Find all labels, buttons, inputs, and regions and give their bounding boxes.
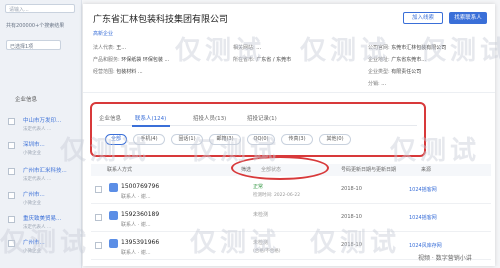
source-link[interactable]: 1024摇客网 [409, 186, 437, 193]
list-item[interactable]: 广州市... 小微企业 [23, 190, 79, 206]
info-scope: 经营范围: 包装材料 ... [93, 69, 143, 75]
info-type: 企业类型: 有限责任公司 [368, 69, 422, 75]
th-updated: 号码更新日期与更新日期 [341, 167, 397, 173]
status-badge: 正常 [253, 184, 264, 190]
company-title: 广东省汇林包装科技集团有限公司 [93, 15, 229, 25]
chip-fax[interactable]: 传真(3) [281, 134, 313, 145]
source-link[interactable]: 1024风库存网 [409, 242, 442, 249]
chip-landline[interactable]: 固话(1) [171, 134, 203, 145]
contact-name: 联系人 · 谢... [121, 250, 151, 256]
chip-other[interactable]: 其他(0) [319, 134, 351, 145]
selected-filter-button[interactable]: 已选择1项 [6, 40, 61, 50]
add-lead-button[interactable]: 加入线索 [403, 12, 443, 24]
company-detail-dialog: 广东省汇林包装科技集团有限公司 高新企业 加入线索 找索联系人 法人代表: 王.… [83, 4, 495, 266]
info-official: 公司官网: 东莞市汇林包装有限公司 [368, 45, 447, 51]
row-checkbox[interactable] [8, 240, 15, 247]
column-header: 企业信息 [15, 97, 38, 103]
active-tab-indicator [132, 125, 170, 127]
list-item[interactable]: 深圳市... 小微企业 [23, 140, 79, 156]
table-row: 1500769796 联系人 · 谢... 正常 检测时间: 2022-06-2… [91, 178, 491, 204]
list-item[interactable]: 广州市... 小微企业 [23, 238, 79, 254]
chip-email[interactable]: 邮箱(3) [209, 134, 241, 145]
update-date: 2018-10 [341, 214, 362, 220]
th-contact: 联系人方式 [107, 167, 133, 173]
section-divider [83, 92, 495, 93]
phone-number: 1500769796 [121, 183, 160, 190]
phone-icon [109, 211, 118, 220]
tab-bid-records[interactable]: 招投记录(1) [247, 114, 277, 122]
row-checkbox[interactable] [95, 242, 102, 249]
list-item[interactable]: 重庆致美贸易... 法定代表人 ... [23, 214, 79, 230]
table-row: 1592360189 联系人 · 谢... 未检测 2018-10 1024摇客… [91, 206, 491, 232]
info-distribution: 分销: ... [368, 81, 387, 87]
status-badge: 未检测 [253, 212, 269, 218]
contact-name: 联系人 · 谢... [121, 194, 151, 200]
tab-bid-personnel[interactable]: 招投人员(13) [193, 114, 226, 122]
status-detail: (合格/不合格) [253, 249, 281, 254]
update-date: 2018-10 [341, 186, 362, 192]
list-item[interactable]: 广州市汇米科技... 法定代表人 ... [23, 166, 79, 182]
phone-icon [109, 239, 118, 248]
wechat-caption: 视频 · 数字营销小讲 [418, 255, 472, 262]
company-tag: 高新企业 [93, 31, 114, 37]
contact-name: 联系人 · 谢... [121, 222, 151, 228]
chip-qq[interactable]: QQ(0) [247, 134, 275, 145]
phone-number: 1592360189 [121, 211, 160, 218]
tab-contacts[interactable]: 联系人(124) [135, 114, 166, 122]
result-count: 共有200000+个搜索结果 [6, 23, 65, 29]
th-source: 来源 [421, 167, 432, 173]
list-item[interactable]: 中山市万发印... 法定代表人 ... [23, 116, 79, 132]
row-checkbox[interactable] [95, 186, 102, 193]
tab-company-info[interactable]: 企业信息 [99, 114, 121, 122]
row-checkbox[interactable] [8, 168, 15, 175]
info-region: 所在省市: 广东省 / 东莞市 [233, 57, 292, 63]
info-address: 企业地址: 广东省东莞市... [368, 57, 427, 63]
info-products: 产品和服务: 环保纸袋 环保包装 ... [93, 57, 170, 63]
row-checkbox[interactable] [95, 214, 102, 221]
row-checkbox[interactable] [8, 142, 15, 149]
row-checkbox[interactable] [8, 192, 15, 199]
phone-icon [109, 183, 118, 192]
highlight-box [90, 102, 426, 157]
find-contacts-button[interactable]: 找索联系人 [449, 12, 487, 24]
status-badge: 未检测 [253, 240, 269, 246]
row-checkbox[interactable] [8, 216, 15, 223]
row-checkbox[interactable] [8, 118, 15, 125]
chip-all[interactable]: 全部 [105, 134, 127, 145]
highlight-ellipse [231, 156, 329, 180]
results-sidebar: 请输入... 共有200000+个搜索结果 已选择1项 企业信息 中山市万发印.… [0, 0, 82, 268]
chip-mobile[interactable]: 手机(4) [133, 134, 165, 145]
status-detail: 检测时间: 2022-06-22 [253, 193, 301, 198]
update-date: 2018-10 [341, 242, 362, 248]
info-website: 相关网站: ... [233, 45, 262, 51]
sidebar-search-input[interactable]: 请输入... [5, 4, 75, 13]
phone-number: 1395391966 [121, 239, 160, 246]
info-legal-rep: 法人代表: 王... [93, 45, 127, 51]
source-link[interactable]: 1024摇客网 [409, 214, 437, 221]
contact-tabs: 企业信息 联系人(124) 招投人员(13) 招投记录(1) [97, 112, 417, 126]
